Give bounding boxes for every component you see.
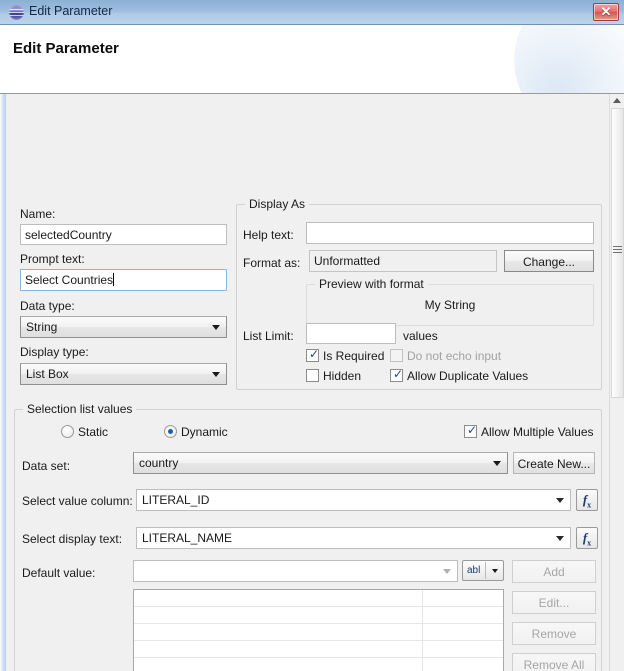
do-not-echo-input-checkbox (390, 349, 403, 362)
default-value-combo[interactable] (133, 560, 458, 582)
help-text-input[interactable] (306, 222, 594, 244)
do-not-echo-input-label: Do not echo input (407, 349, 502, 363)
close-icon: ✕ (600, 4, 612, 19)
table-row[interactable] (134, 607, 503, 624)
select-display-text-combo[interactable]: LITERAL_NAME (136, 527, 571, 549)
allow-duplicate-values-checkbox[interactable]: ✓ (390, 367, 404, 382)
scrollbar-thumb[interactable] (611, 108, 624, 398)
select-display-text-label: Select display text: (22, 532, 123, 546)
selection-list-values-group-title: Selection list values (23, 402, 137, 416)
edit-button[interactable]: Edit... (512, 591, 596, 614)
add-button[interactable]: Add (512, 560, 596, 583)
dialog-header: Edit Parameter (0, 25, 624, 93)
display-as-group-title: Display As (245, 197, 310, 211)
value-column-expression-button[interactable]: fx (576, 489, 598, 511)
left-accent-strip (0, 94, 6, 671)
table-row[interactable] (134, 624, 503, 641)
remove-button[interactable]: Remove (512, 622, 596, 645)
abl-label: abl (467, 565, 481, 576)
scroll-up-icon[interactable] (613, 98, 621, 103)
preview-with-format-group: Preview with format My String (306, 277, 594, 326)
chevron-down-icon (493, 461, 501, 466)
select-value-column-combo[interactable]: LITERAL_ID (136, 489, 571, 511)
allow-multiple-values-checkbox[interactable]: ✓ (464, 423, 478, 438)
name-label: Name: (20, 207, 56, 221)
table-row[interactable] (134, 658, 503, 671)
change-format-button[interactable]: Change... (504, 250, 594, 272)
close-button[interactable]: ✕ (593, 3, 619, 21)
default-values-table[interactable] (133, 589, 504, 671)
scrollbar-grip (613, 246, 622, 253)
prompt-text-input[interactable]: Select Countries (20, 269, 227, 291)
allow-duplicate-values-label: Allow Duplicate Values (407, 369, 529, 383)
format-as-value: Unformatted (309, 250, 497, 272)
display-type-label: Display type: (20, 345, 89, 359)
button-divider (485, 562, 486, 579)
hidden-label: Hidden (323, 369, 362, 383)
page-title: Edit Parameter (13, 40, 119, 57)
default-value-label: Default value: (22, 566, 96, 580)
function-icon: fx (582, 530, 592, 548)
window-titlebar: Edit Parameter ✕ (0, 0, 624, 25)
dialog-content: Name: selectedCountry Prompt text: Selec… (0, 94, 624, 671)
help-text-label: Help text: (243, 228, 294, 242)
prompt-text-value: Select Countries (25, 273, 114, 287)
chevron-down-icon (212, 325, 220, 330)
hidden-checkbox[interactable] (306, 369, 319, 382)
chevron-down-icon (443, 569, 451, 574)
select-display-text-value: LITERAL_NAME (142, 531, 233, 545)
check-icon: ✓ (393, 367, 404, 381)
vertical-scrollbar[interactable] (609, 94, 624, 671)
is-required-label: Is Required (323, 349, 385, 363)
data-set-combo[interactable]: country (133, 452, 508, 474)
select-value-column-label: Select value column: (22, 494, 133, 508)
table-row[interactable] (134, 641, 503, 658)
data-set-label: Data set: (22, 459, 71, 473)
list-limit-units: values (403, 329, 438, 343)
radio-dynamic[interactable] (164, 425, 177, 438)
data-type-value: String (26, 320, 58, 334)
is-required-checkbox[interactable]: ✓ (306, 347, 320, 362)
default-value-type-button[interactable]: abl (462, 560, 504, 581)
radio-selected-dot (168, 429, 173, 434)
preview-value: My String (424, 298, 476, 312)
window-title: Edit Parameter (29, 4, 113, 18)
data-type-label: Data type: (20, 299, 75, 313)
chevron-down-icon (556, 536, 564, 541)
table-column-divider (422, 590, 423, 671)
display-type-value: List Box (26, 367, 69, 381)
chevron-down-icon (492, 568, 498, 573)
format-as-label: Format as: (243, 256, 301, 270)
create-new-button[interactable]: Create New... (513, 452, 595, 474)
list-limit-label: List Limit: (243, 329, 294, 343)
chevron-down-icon (212, 372, 220, 377)
remove-all-button[interactable]: Remove All (512, 653, 596, 671)
radio-static[interactable] (61, 425, 74, 438)
text-caret (113, 273, 115, 286)
preview-group-title: Preview with format (315, 277, 428, 291)
radio-static-label: Static (78, 425, 109, 439)
display-type-combo[interactable]: List Box (20, 363, 227, 385)
radio-dynamic-label: Dynamic (181, 425, 228, 439)
name-input[interactable]: selectedCountry (20, 224, 227, 245)
check-icon: ✓ (467, 423, 478, 437)
function-icon: fx (582, 492, 592, 510)
prompt-text-label: Prompt text: (20, 252, 85, 266)
data-type-combo[interactable]: String (20, 316, 227, 338)
globe-icon (9, 5, 24, 20)
data-set-value: country (139, 456, 179, 470)
list-limit-input[interactable] (306, 323, 396, 344)
select-value-column-value: LITERAL_ID (142, 493, 210, 507)
edit-parameter-dialog: Edit Parameter ✕ Edit Parameter Name: se… (0, 0, 624, 671)
table-row[interactable] (134, 590, 503, 607)
allow-multiple-values-label: Allow Multiple Values (481, 425, 594, 439)
display-text-expression-button[interactable]: fx (576, 527, 598, 549)
chevron-down-icon (556, 498, 564, 503)
check-icon: ✓ (309, 347, 320, 361)
